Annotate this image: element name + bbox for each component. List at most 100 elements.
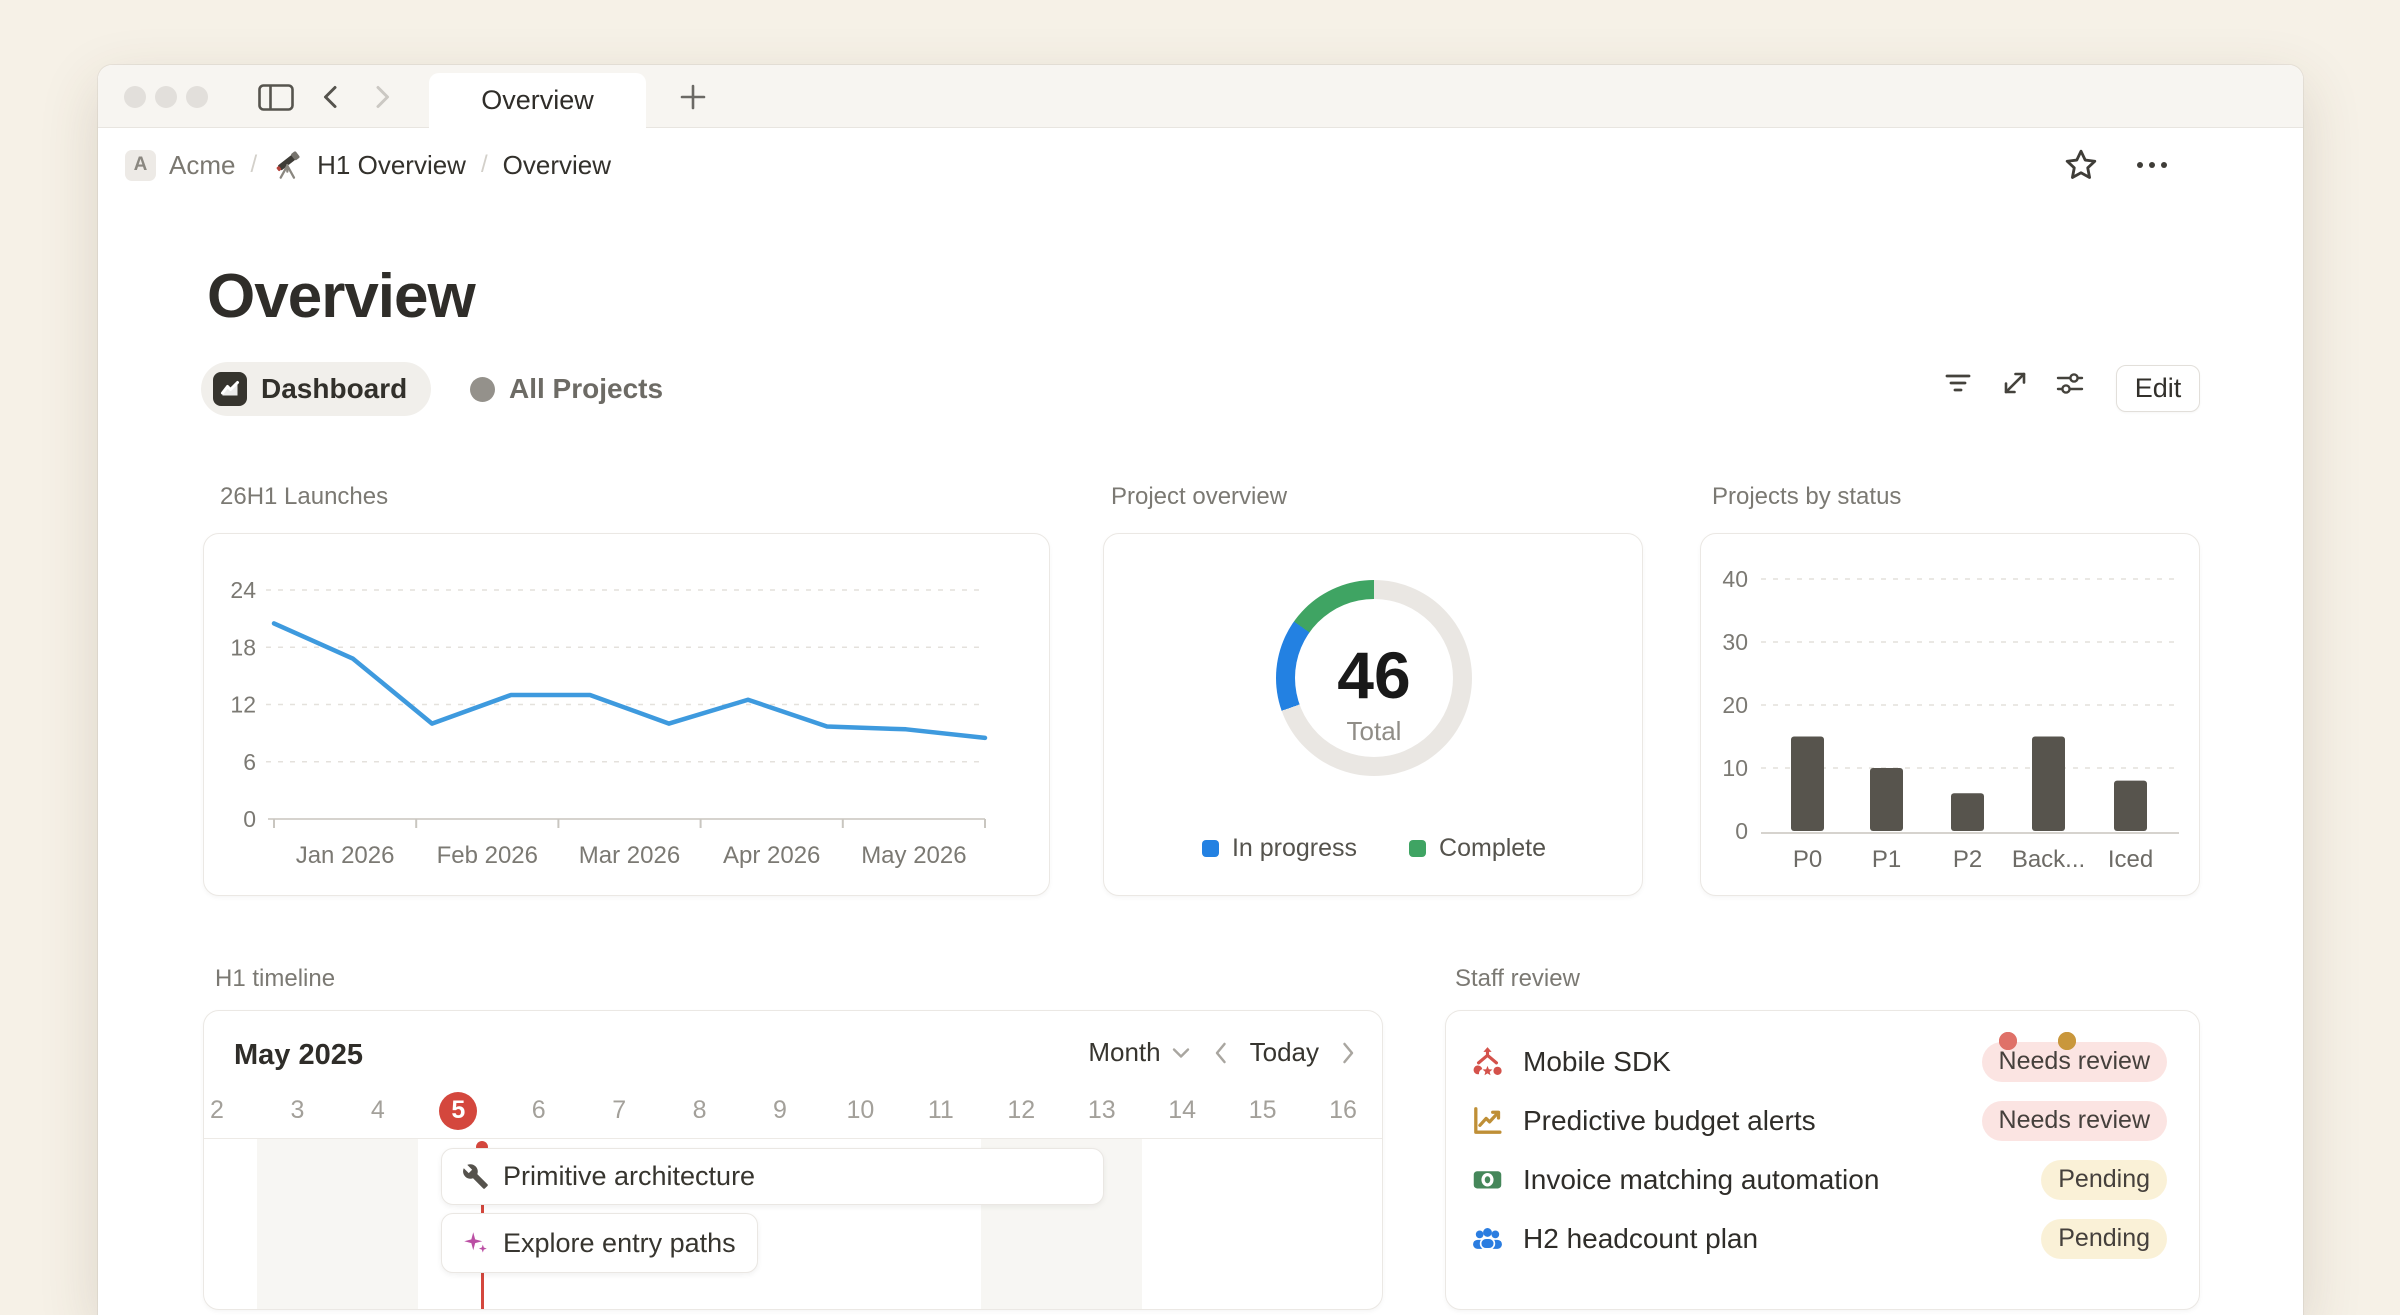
sidebar-toggle-icon[interactable] xyxy=(258,84,294,111)
svg-text:12: 12 xyxy=(230,692,256,718)
svg-text:P1: P1 xyxy=(1872,846,1901,873)
timeline-day-11[interactable]: 11 xyxy=(913,1083,969,1138)
timeline-day-14[interactable]: 14 xyxy=(1154,1083,1210,1138)
timeline-day-4[interactable]: 4 xyxy=(350,1083,406,1138)
svg-text:6: 6 xyxy=(243,749,256,775)
favorite-star-icon[interactable] xyxy=(2063,147,2099,183)
timeline-day-5[interactable]: 5 xyxy=(430,1083,486,1138)
donut-legend: In progress Complete xyxy=(1104,834,1644,863)
legend-swatch-complete xyxy=(1409,840,1426,857)
svg-text:Feb 2026: Feb 2026 xyxy=(437,842,538,869)
timeline-day-16[interactable]: 16 xyxy=(1315,1083,1371,1138)
staff-row-title: Predictive budget alerts xyxy=(1523,1105,1816,1137)
tab-title: Overview xyxy=(481,85,594,116)
status-label: Pending xyxy=(2058,1165,2150,1194)
timeline-day-13[interactable]: 13 xyxy=(1074,1083,1130,1138)
legend-item-complete: Complete xyxy=(1409,834,1546,863)
svg-text:Jan 2026: Jan 2026 xyxy=(296,842,395,869)
svg-text:30: 30 xyxy=(1722,629,1748,655)
timeline-controls: Month Today xyxy=(1088,1037,1356,1068)
svg-text:Iced: Iced xyxy=(2108,846,2153,873)
donut-total-label: Total xyxy=(1104,716,1644,747)
status-dot xyxy=(1999,1032,2017,1050)
next-month-icon[interactable] xyxy=(1341,1041,1356,1065)
svg-text:0: 0 xyxy=(1735,818,1748,844)
timeline-day-6[interactable]: 6 xyxy=(511,1083,567,1138)
timeline-day-3[interactable]: 3 xyxy=(269,1083,325,1138)
timeline-event[interactable]: Primitive architecture xyxy=(441,1148,1104,1205)
status-badge: Pending xyxy=(2041,1160,2167,1200)
bar-chart-title: Projects by status xyxy=(1712,483,1901,511)
new-tab-icon[interactable] xyxy=(680,84,706,110)
carousel-icon xyxy=(1471,1045,1504,1078)
timeline-day-15[interactable]: 15 xyxy=(1235,1083,1291,1138)
staff-review-card: Mobile SDK Needs review Predictive budge… xyxy=(1445,1010,2200,1310)
donut-center: 46 Total xyxy=(1104,642,1644,747)
staff-row[interactable]: Predictive budget alerts Needs review xyxy=(1471,1091,2167,1150)
tab-dashboard[interactable]: Dashboard xyxy=(201,362,431,416)
prev-month-icon[interactable] xyxy=(1213,1041,1228,1065)
timeline-day-12[interactable]: 12 xyxy=(993,1083,1049,1138)
sliders-icon[interactable] xyxy=(2055,368,2085,398)
svg-text:P0: P0 xyxy=(1793,846,1822,873)
traffic-light-minimize[interactable] xyxy=(155,86,177,108)
staff-review-title: Staff review xyxy=(1455,965,1580,993)
breadcrumb-actions xyxy=(2063,128,2169,202)
edit-button-label: Edit xyxy=(2135,373,2182,404)
timeline-day-9[interactable]: 9 xyxy=(752,1083,808,1138)
staff-row-title: Invoice matching automation xyxy=(1523,1164,1879,1196)
people-icon xyxy=(1471,1222,1504,1255)
workspace-avatar[interactable]: A xyxy=(125,150,156,181)
forward-icon[interactable] xyxy=(370,85,394,109)
breadcrumb-parent[interactable]: H1 Overview xyxy=(317,150,466,181)
app-window: Overview A Acme / H1 Overview / Overview xyxy=(98,65,2303,1315)
sparkles-icon xyxy=(462,1230,489,1257)
timeline-day-2[interactable]: 2 xyxy=(189,1083,245,1138)
timeline-date-strip: 2345678910111213141516 xyxy=(204,1083,1382,1138)
status-badge: Pending xyxy=(2041,1219,2167,1259)
timeline-day-7[interactable]: 7 xyxy=(591,1083,647,1138)
svg-text:20: 20 xyxy=(1722,692,1748,718)
svg-text:18: 18 xyxy=(230,634,256,660)
filter-icon[interactable] xyxy=(1943,368,1973,398)
tab-all-projects[interactable]: All Projects xyxy=(470,362,663,416)
timeline-event-title: Explore entry paths xyxy=(503,1228,736,1259)
banknote-icon xyxy=(1471,1163,1504,1196)
svg-text:May 2026: May 2026 xyxy=(861,842,966,869)
expand-icon[interactable] xyxy=(2000,368,2030,398)
timeline-day-10[interactable]: 10 xyxy=(832,1083,888,1138)
line-chart-title: 26H1 Launches xyxy=(220,483,388,511)
breadcrumb-separator: / xyxy=(248,151,259,179)
breadcrumb-bar: A Acme / H1 Overview / Overview xyxy=(98,128,2303,202)
chevron-down-icon xyxy=(1171,1046,1191,1060)
timeline-day-8[interactable]: 8 xyxy=(672,1083,728,1138)
timeline-view-label: Month xyxy=(1088,1037,1160,1068)
today-button[interactable]: Today xyxy=(1250,1037,1319,1068)
weekend-shading xyxy=(257,1139,418,1309)
staff-row[interactable]: H2 headcount plan Pending xyxy=(1471,1209,2167,1268)
timeline-event-title: Primitive architecture xyxy=(503,1161,755,1192)
breadcrumb: A Acme / H1 Overview / Overview xyxy=(125,128,611,202)
staff-row[interactable]: Invoice matching automation Pending xyxy=(1471,1150,2167,1209)
edit-button[interactable]: Edit xyxy=(2116,365,2200,412)
traffic-light-zoom[interactable] xyxy=(186,86,208,108)
breadcrumb-separator: / xyxy=(479,151,490,179)
bar-chart: 010203040P0P1P2Back...Iced xyxy=(1701,534,2199,895)
timeline-view-selector[interactable]: Month xyxy=(1088,1037,1190,1068)
donut-chart-title: Project overview xyxy=(1111,483,1287,511)
breadcrumb-current[interactable]: Overview xyxy=(503,150,611,181)
traffic-light-close[interactable] xyxy=(124,86,146,108)
dashboard-chart-icon xyxy=(213,372,247,406)
tab-all-projects-label: All Projects xyxy=(509,373,663,405)
svg-text:P2: P2 xyxy=(1953,846,1982,873)
timeline-card: May 2025 Month Today 2345678910111213141… xyxy=(203,1010,1383,1310)
back-icon[interactable] xyxy=(319,85,343,109)
telescope-icon xyxy=(272,149,304,181)
timeline-event[interactable]: Explore entry paths xyxy=(441,1213,758,1273)
breadcrumb-workspace[interactable]: Acme xyxy=(169,150,235,181)
more-options-icon[interactable] xyxy=(2135,159,2169,171)
timeline-body: Primitive architecture Explore entry pat… xyxy=(204,1139,1382,1309)
browser-tab-overview[interactable]: Overview xyxy=(429,73,646,128)
status-label: Needs review xyxy=(1999,1106,2150,1135)
legend-item-in-progress: In progress xyxy=(1202,834,1357,863)
